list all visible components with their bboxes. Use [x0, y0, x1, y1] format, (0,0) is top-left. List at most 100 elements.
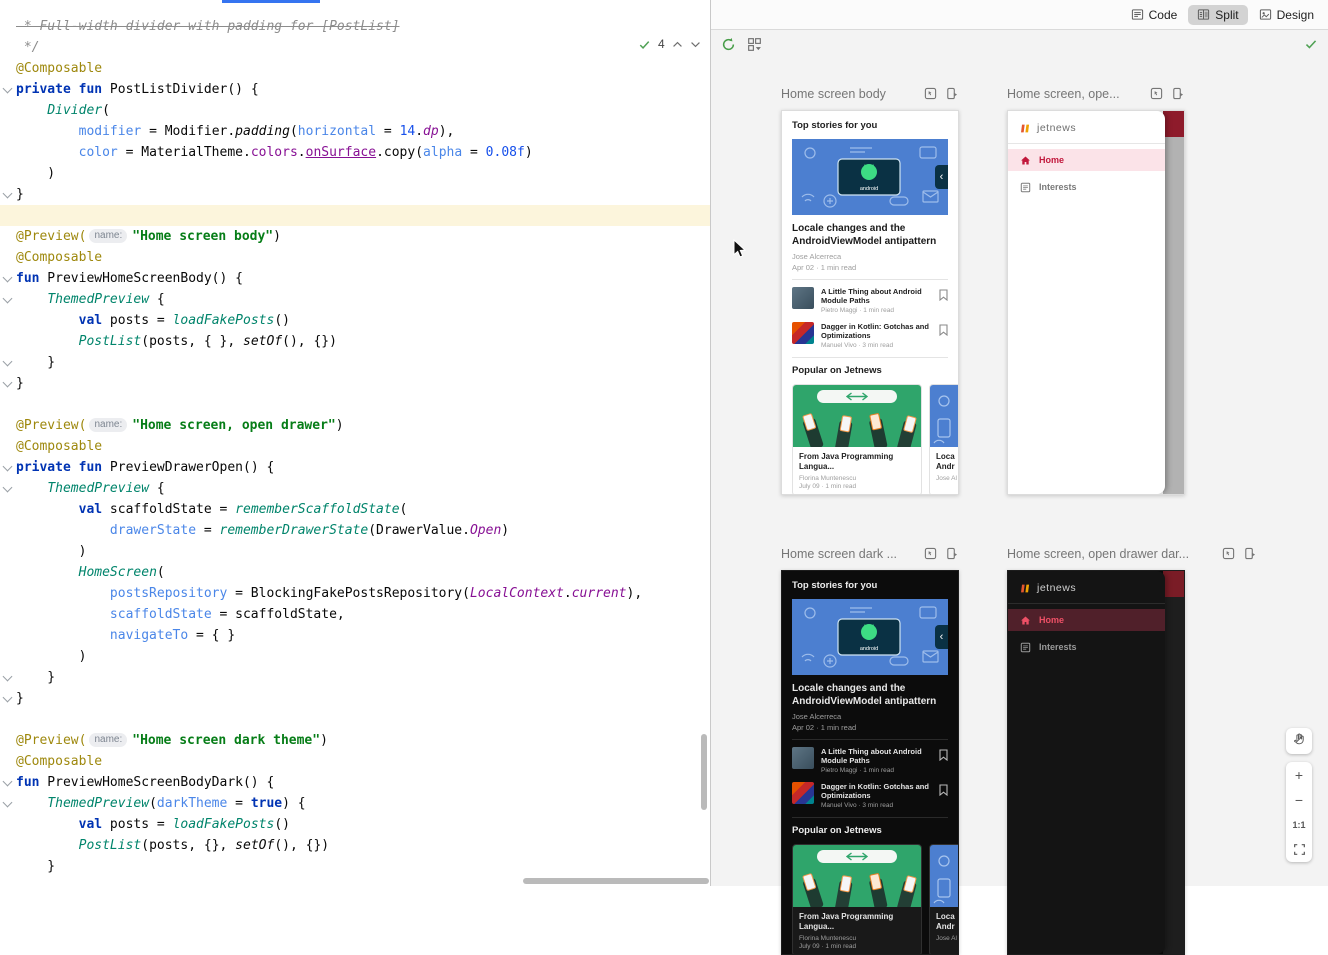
carousel-prev-button[interactable]: ‹	[935, 625, 948, 649]
popular-card-title: From Java Programming Langua...	[799, 912, 915, 932]
code-line: navigateTo = { }	[0, 625, 710, 646]
article-meta: Pietro Maggi · 1 min read	[821, 307, 932, 314]
drawer-item-interests[interactable]: Interests	[1008, 636, 1165, 658]
divider	[792, 817, 948, 818]
preview-card[interactable]: jetnews Home Interests	[1007, 110, 1185, 495]
popular-card[interactable]: From Java Programming Langua...Florina M…	[792, 384, 922, 495]
drawer-item-home[interactable]: Home	[1008, 149, 1165, 171]
code-line: @Preview(name:"Home screen dark theme")	[0, 730, 710, 751]
article-row[interactable]: A Little Thing about Android Module Path…	[792, 287, 948, 314]
android-studio-window: { "colors": { "accent": "#3574F0", "kw":…	[0, 0, 1328, 886]
fold-marker-icon[interactable]	[3, 273, 13, 283]
zoom-out-button[interactable]: −	[1286, 787, 1312, 812]
editor-horizontal-scrollbar[interactable]	[523, 878, 709, 884]
code-line: PostList(posts, { }, setOf(), {})	[0, 331, 710, 352]
preview-card-label: Home screen body	[781, 86, 959, 102]
article-title: A Little Thing about Android Module Path…	[821, 747, 932, 765]
popular-card[interactable]: Loca AndrJose Al	[929, 844, 959, 955]
bookmark-icon[interactable]	[939, 289, 948, 301]
code-line	[0, 394, 710, 415]
preview-card-title: Home screen, open drawer dar...	[1007, 547, 1215, 561]
nav-drawer: jetnewsHomeInterests	[1008, 571, 1165, 954]
popular-card-title: Loca Andr	[936, 452, 959, 472]
bookmark-icon[interactable]	[939, 324, 948, 336]
popular-card[interactable]: From Java Programming Langua...Florina M…	[792, 844, 922, 955]
preview-card[interactable]: Top stories for you android ‹Locale chan…	[781, 110, 959, 495]
code-line: fun PreviewHomeScreenBodyDark() {	[0, 772, 710, 793]
preview-card-label: Home screen dark ...	[781, 546, 959, 562]
interactive-preview-icon[interactable]	[1222, 547, 1236, 561]
code-line: * Full-width divider with padding for [P…	[0, 16, 710, 37]
code-line: private fun PreviewDrawerOpen() {	[0, 457, 710, 478]
code-line: val posts = loadFakePosts()	[0, 310, 710, 331]
carousel-prev-button[interactable]: ‹	[935, 165, 948, 189]
run-preview-on-device-icon[interactable]	[945, 87, 959, 101]
fold-marker-icon[interactable]	[3, 483, 13, 493]
feed-content: Top stories for you android ‹Locale chan…	[782, 571, 958, 955]
fold-marker-icon[interactable]	[3, 294, 13, 304]
drawer-item-interests[interactable]: Interests	[1008, 176, 1165, 198]
divider	[792, 739, 948, 740]
popular-card-author: Jose Al	[936, 935, 959, 942]
editor-vertical-scrollbar[interactable]	[701, 734, 707, 810]
interactive-preview-icon[interactable]	[1150, 87, 1164, 101]
popular-card-image	[930, 385, 959, 447]
zoom-in-button[interactable]: +	[1286, 762, 1312, 787]
fold-marker-icon[interactable]	[3, 672, 13, 682]
preview-card[interactable]: Top stories for you android ‹Locale chan…	[781, 570, 959, 955]
bookmark-icon[interactable]	[939, 784, 948, 796]
code-line: scaffoldState = scaffoldState,	[0, 604, 710, 625]
preview-card[interactable]: jetnewsHomeInterests	[1007, 570, 1185, 955]
popular-card-image	[930, 845, 959, 907]
zoom-ratio-button[interactable]: 1:1	[1286, 812, 1312, 837]
fold-marker-icon[interactable]	[3, 189, 13, 199]
interests-icon	[1020, 642, 1031, 653]
drawer-item-home[interactable]: Home	[1008, 609, 1165, 631]
active-tab-indicator	[222, 0, 320, 3]
pan-tool-button[interactable]	[1286, 728, 1312, 754]
fold-marker-icon[interactable]	[3, 462, 13, 472]
fold-marker-icon[interactable]	[3, 693, 13, 703]
run-preview-on-device-icon[interactable]	[945, 547, 959, 561]
preview-card-title: Home screen, ope...	[1007, 87, 1143, 101]
fold-marker-icon[interactable]	[3, 798, 13, 808]
code-lines: * Full-width divider with padding for [P…	[0, 16, 710, 877]
run-preview-on-device-icon[interactable]	[1171, 87, 1185, 101]
article-text: A Little Thing about Android Module Path…	[821, 287, 932, 314]
fold-marker-icon[interactable]	[3, 357, 13, 367]
next-issue-icon[interactable]	[690, 41, 701, 48]
fold-marker-icon[interactable]	[3, 84, 13, 94]
bookmark-icon[interactable]	[939, 749, 948, 761]
article-row[interactable]: A Little Thing about Android Module Path…	[792, 747, 948, 774]
popular-card-body: Loca AndrJose Al	[930, 907, 959, 947]
article-row[interactable]: Dagger in Kotlin: Gotchas and Optimizati…	[792, 322, 948, 349]
preview-canvas: Home screen body Top stories for you andr…	[711, 0, 1328, 886]
fold-marker-icon[interactable]	[3, 777, 13, 787]
fold-marker-icon[interactable]	[3, 378, 13, 388]
code-line: @Composable	[0, 247, 710, 268]
code-line: ThemedPreview(darkTheme = true) {	[0, 793, 710, 814]
code-line: private fun PostListDivider() {	[0, 79, 710, 100]
code-line: @Composable	[0, 436, 710, 457]
article-thumbnail	[792, 747, 814, 769]
app-name: jetnews	[1037, 122, 1076, 134]
hero-image: android ‹	[792, 139, 948, 215]
inspections-ok-icon	[638, 38, 651, 51]
inspection-widget[interactable]: 4	[638, 37, 701, 51]
zoom-fit-button[interactable]	[1286, 837, 1312, 862]
interactive-preview-icon[interactable]	[924, 547, 938, 561]
interests-icon	[1020, 182, 1031, 193]
code-line: Divider(	[0, 100, 710, 121]
article-row[interactable]: Dagger in Kotlin: Gotchas and Optimizati…	[792, 782, 948, 809]
popular-card[interactable]: Loca AndrJose Al	[929, 384, 959, 495]
code-line: val scaffoldState = rememberScaffoldStat…	[0, 499, 710, 520]
article-meta: Manuel Vivo · 3 min read	[821, 802, 932, 809]
preview-card-label: Home screen, ope...	[1007, 86, 1185, 102]
code-editor[interactable]: * Full-width divider with padding for [P…	[0, 0, 710, 886]
divider	[1008, 143, 1165, 144]
app-bar-behind-drawer	[1163, 571, 1184, 597]
prev-issue-icon[interactable]	[672, 41, 683, 48]
hero-title: Locale changes and the AndroidViewModel …	[792, 223, 948, 248]
interactive-preview-icon[interactable]	[924, 87, 938, 101]
run-preview-on-device-icon[interactable]	[1243, 547, 1257, 561]
